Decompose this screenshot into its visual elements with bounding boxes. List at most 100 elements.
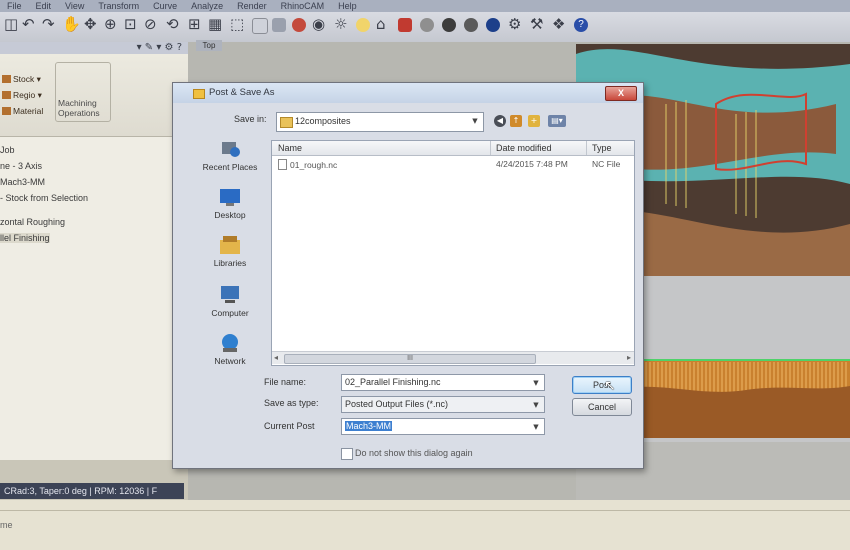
sphere-dark-icon[interactable]	[442, 18, 456, 32]
undo-icon[interactable]: ↶	[22, 15, 35, 33]
file-name-input[interactable]: 02_Parallel Finishing.nc ▼	[341, 374, 545, 391]
horizontal-scrollbar[interactable]: ◂ III ▸	[272, 351, 634, 364]
view-menu-icon[interactable]: ▤▾	[548, 115, 566, 127]
help-icon[interactable]: ?	[574, 18, 588, 32]
tools-icon[interactable]: ⚒	[530, 15, 543, 33]
save-in-label: Save in:	[234, 114, 267, 124]
sphere-gray-icon[interactable]	[420, 18, 434, 32]
dont-show-checkbox[interactable]	[341, 448, 353, 460]
bottom-text: me	[0, 520, 13, 530]
toolbar: ◫ ↶ ↷ ✋ ✥ ⊕ ⊡ ⊘ ⟲ ⊞ ▦ ⬚ ◉ ☼ ⌂ ⚙ ⚒ ❖ ?	[0, 12, 850, 43]
close-button[interactable]: X	[605, 86, 637, 101]
pan-hand-icon[interactable]: ✋	[62, 15, 81, 33]
ribbon-regions[interactable]: Regio ▾	[2, 90, 42, 101]
menu-bar: File Edit View Transform Curve Analyze Render R…	[0, 0, 850, 12]
menu-analyze[interactable]: Analyze	[184, 0, 230, 12]
column-date-modified[interactable]: Date modified	[496, 143, 552, 153]
panel-tools-icons[interactable]: ▾ ✎ ▾ ⚙ ?	[137, 42, 182, 53]
save-as-type-label: Save as type:	[264, 398, 319, 408]
viewport-layout-icon[interactable]: ▦	[208, 15, 222, 33]
grid-icon[interactable]: ⊞	[188, 15, 201, 33]
ribbon-material[interactable]: Material	[2, 106, 43, 116]
material-red-icon[interactable]	[398, 18, 412, 32]
scroll-thumb[interactable]: III	[284, 354, 536, 364]
up-folder-icon[interactable]: ↑	[510, 115, 522, 127]
tree-item[interactable]: - Stock from Selection	[0, 190, 186, 206]
ribbon: Stock ▾ Regio ▾ Material Machining Opera…	[0, 54, 188, 137]
file-list[interactable]: Name Date modified Type 01_rough.nc 4/24…	[271, 140, 635, 366]
move-icon[interactable]: ✥	[84, 15, 97, 33]
menu-edit[interactable]: Edit	[29, 0, 59, 12]
sphere-blue-icon[interactable]	[486, 18, 500, 32]
menu-rhinocam[interactable]: RhinoCAM	[274, 0, 332, 12]
camera-icon[interactable]: ◉	[312, 15, 325, 33]
scroll-right-icon[interactable]: ▸	[627, 353, 631, 362]
rotate-view-icon[interactable]: ⟲	[166, 15, 179, 33]
stock-icon	[2, 75, 11, 83]
viewport-tab-top[interactable]: Top	[196, 40, 222, 51]
menu-file[interactable]: File	[0, 0, 29, 12]
options-icon[interactable]: ❖	[552, 15, 565, 33]
wireframe-icon[interactable]: ⬚	[230, 15, 244, 33]
menu-help[interactable]: Help	[331, 0, 364, 12]
place-network[interactable]: Network	[198, 332, 262, 366]
dialog-titlebar[interactable]: Post & Save As X	[173, 83, 643, 103]
menu-curve[interactable]: Curve	[146, 0, 184, 12]
bottom-strip	[0, 500, 850, 550]
tree-item[interactable]: Mach3-MM	[0, 174, 186, 190]
open-icon[interactable]: ◫	[4, 15, 18, 33]
dont-show-label: Do not show this dialog again	[355, 448, 473, 458]
file-row[interactable]: 01_rough.nc	[278, 159, 337, 170]
place-computer[interactable]: Computer	[198, 284, 262, 318]
zoom-window-icon[interactable]: ⊡	[124, 15, 137, 33]
chevron-down-icon[interactable]: ▼	[530, 377, 542, 389]
new-folder-icon[interactable]: +	[528, 115, 540, 127]
rendered-icon[interactable]	[272, 18, 286, 32]
menu-transform[interactable]: Transform	[91, 0, 146, 12]
settings-icon[interactable]: ⚙	[508, 15, 521, 33]
chevron-down-icon[interactable]: ▼	[530, 399, 542, 411]
shaded-icon[interactable]	[252, 18, 268, 34]
file-icon	[278, 159, 287, 170]
menu-view[interactable]: View	[58, 0, 91, 12]
light-icon[interactable]	[356, 18, 370, 32]
place-desktop[interactable]: Desktop	[198, 186, 262, 220]
chevron-down-icon[interactable]: ▼	[469, 115, 481, 127]
material-icon	[2, 107, 11, 115]
operations-tree: Job ne - 3 Axis Mach3-MM - Stock from Se…	[0, 142, 186, 246]
place-recent[interactable]: Recent Places	[198, 138, 262, 172]
save-in-dropdown[interactable]: 12composites ▼	[276, 112, 484, 132]
file-list-header: Name Date modified Type	[272, 141, 634, 156]
light-bulb-icon[interactable]: ☼	[334, 15, 347, 33]
tree-item[interactable]: zontal Roughing	[0, 214, 186, 230]
tree-item[interactable]: Job	[0, 142, 186, 158]
cancel-button[interactable]: Cancel	[572, 398, 632, 416]
column-type[interactable]: Type	[592, 143, 612, 153]
menu-render[interactable]: Render	[230, 0, 274, 12]
ribbon-stock[interactable]: Stock ▾	[2, 74, 41, 85]
render-sphere-icon[interactable]	[292, 18, 306, 32]
zoom-icon[interactable]: ⊕	[104, 15, 117, 33]
tree-item-selected[interactable]: llel Finishing	[0, 230, 186, 246]
chevron-down-icon[interactable]: ▼	[530, 421, 542, 433]
left-panel: ▾ ✎ ▾ ⚙ ? Stock ▾ Regio ▾ Material Machi…	[0, 42, 189, 460]
machining-operations-label[interactable]: Machining Operations	[58, 98, 112, 118]
libraries-icon	[220, 236, 240, 254]
zoom-extents-icon[interactable]: ⊘	[144, 15, 157, 33]
places-bar: Recent Places Desktop Libraries Computer…	[198, 128, 262, 378]
file-type: NC File	[592, 159, 621, 169]
lock-icon[interactable]: ⌂	[376, 15, 386, 33]
sphere-black-icon[interactable]	[464, 18, 478, 32]
computer-icon	[221, 286, 239, 303]
back-icon[interactable]: ◀	[494, 115, 506, 127]
post-button[interactable]: Post	[572, 376, 632, 394]
current-post-select[interactable]: Mach3-MM ▼	[341, 418, 545, 435]
redo-icon[interactable]: ↷	[42, 15, 55, 33]
save-as-type-select[interactable]: Posted Output Files (*.nc) ▼	[341, 396, 545, 413]
scroll-left-icon[interactable]: ◂	[274, 353, 278, 362]
mouse-cursor-icon: ↖	[604, 378, 616, 394]
place-libraries[interactable]: Libraries	[198, 234, 262, 268]
recent-places-icon	[222, 142, 240, 157]
tree-item[interactable]: ne - 3 Axis	[0, 158, 186, 174]
column-name[interactable]: Name	[278, 143, 302, 153]
